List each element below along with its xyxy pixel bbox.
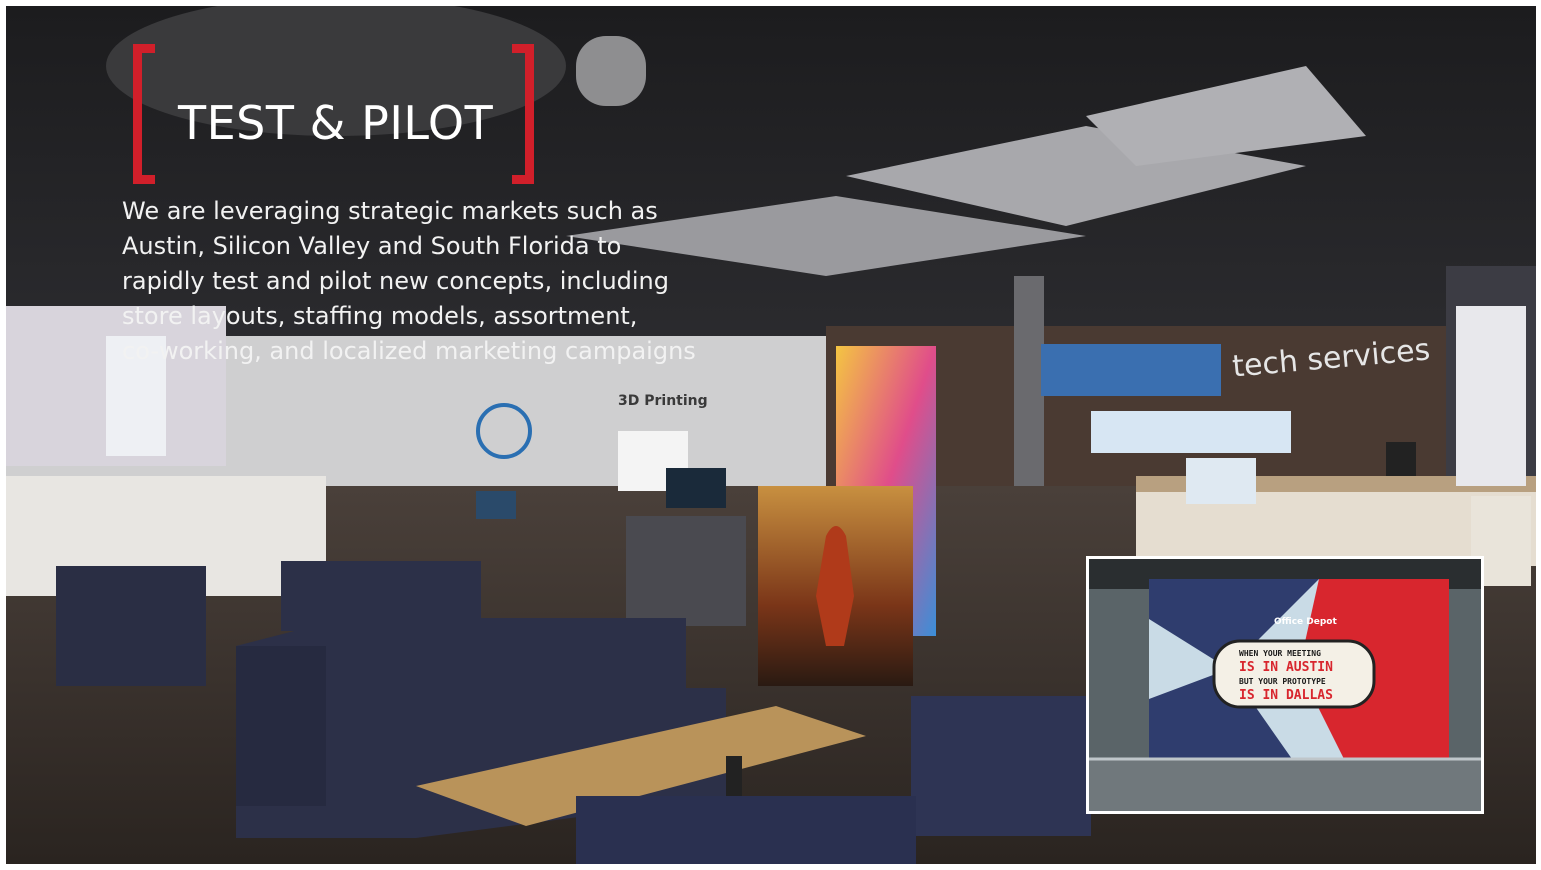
slide-title: TEST & PILOT [178,96,494,150]
ad-line-4: IS IN DALLAS [1239,688,1333,703]
slide: tech services 3D Printing TEST & PILOT W… [6,6,1536,864]
right-bracket-decoration [512,44,534,184]
body-line: Austin, Silicon Valley and South Florida… [122,232,622,260]
left-bracket-decoration [133,44,155,184]
ad-line-2: IS IN AUSTIN [1239,660,1333,675]
3d-printing-sign: 3D Printing [618,393,708,409]
ad-line-1: WHEN YOUR MEETING [1239,649,1321,658]
ad-line-3: BUT YOUR PROTOTYPE [1239,677,1326,686]
ad-brand: Office Depot [1274,617,1337,627]
body-line: We are leveraging strategic markets such… [122,197,658,225]
headline-block: TEST & PILOT We are leveraging strategic… [122,44,762,384]
body-line: rapidly test and pilot new concepts, inc… [122,267,669,295]
body-line: co-working, and localized marketing camp… [122,337,696,365]
billboard-inset-photo: Office Depot WHEN YOUR MEETING IS IN AUS… [1086,556,1484,814]
slide-body: We are leveraging strategic markets such… [122,194,772,369]
body-line: store layouts, staffing models, assortme… [122,302,638,330]
